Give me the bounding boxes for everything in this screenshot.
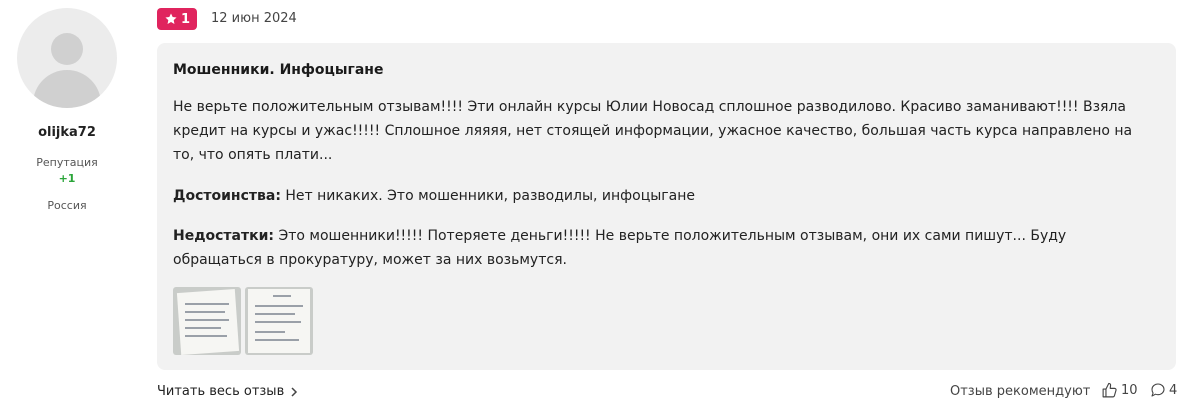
likes-count: 10 [1121, 383, 1138, 398]
comments-count: 4 [1169, 382, 1178, 398]
pros-text: Нет никаких. Это мошенники, разводилы, и… [285, 188, 695, 204]
star-icon [165, 13, 177, 24]
photo-text-line [185, 311, 225, 313]
cons-text: Это мошенники!!!!! Потеряете деньги!!!!!… [173, 228, 1067, 268]
avatar-body-shape [33, 70, 101, 108]
author-panel: olijka72 Репутация +1 Россия [15, 8, 119, 212]
reputation-value: +1 [58, 172, 76, 185]
photo-text-line [255, 331, 285, 333]
comment-bubble-icon [1151, 383, 1165, 397]
rating-value: 1 [180, 11, 191, 27]
photo-text-line [185, 335, 227, 337]
photo-text-line [255, 313, 295, 315]
review-photo-thumbnail[interactable] [173, 287, 241, 355]
cons-label: Недостатки: [173, 228, 275, 244]
review-title: Мошенники. Инфоцыгане [173, 62, 384, 78]
photo-text-line [185, 327, 221, 329]
avatar-head-shape [51, 33, 83, 65]
rating-badge: 1 [157, 8, 197, 30]
review-date: 12 июн 2024 [211, 11, 297, 26]
photo-text-line [255, 339, 299, 341]
like-button[interactable]: 10 [1101, 382, 1138, 399]
photo-text-line [185, 319, 229, 321]
review-card: Мошенники. Инфоцыгане Не верьте положите… [157, 43, 1176, 370]
review-cons: Недостатки: Это мошенники!!!!! Потеряете… [173, 224, 1133, 272]
photo-text-line [255, 321, 301, 323]
avatar[interactable] [17, 8, 117, 108]
photo-text-line [255, 305, 303, 307]
review-text: Не верьте положительным отзывам!!!! Эти … [173, 99, 1133, 163]
read-full-review-link[interactable]: Читать весь отзыв [157, 384, 298, 399]
comments-button[interactable]: 4 [1150, 382, 1177, 398]
chevron-right-icon [291, 386, 298, 397]
photo-paper [176, 289, 240, 355]
review-pros: Достоинства: Нет никаких. Это мошенники,… [173, 184, 1153, 208]
pros-label: Достоинства: [173, 188, 281, 204]
review-photos [173, 287, 313, 355]
photo-text-line [185, 303, 229, 305]
photo-text-line [273, 295, 291, 297]
thumbs-up-icon [1102, 382, 1117, 398]
reputation-label: Репутация [36, 156, 98, 169]
author-country: Россия [47, 199, 87, 212]
review-photo-thumbnail[interactable] [245, 287, 313, 355]
author-username[interactable]: olijka72 [15, 125, 119, 140]
recommend-label: Отзыв рекомендуют [950, 384, 1091, 399]
read-full-review-label: Читать весь отзыв [157, 384, 285, 399]
